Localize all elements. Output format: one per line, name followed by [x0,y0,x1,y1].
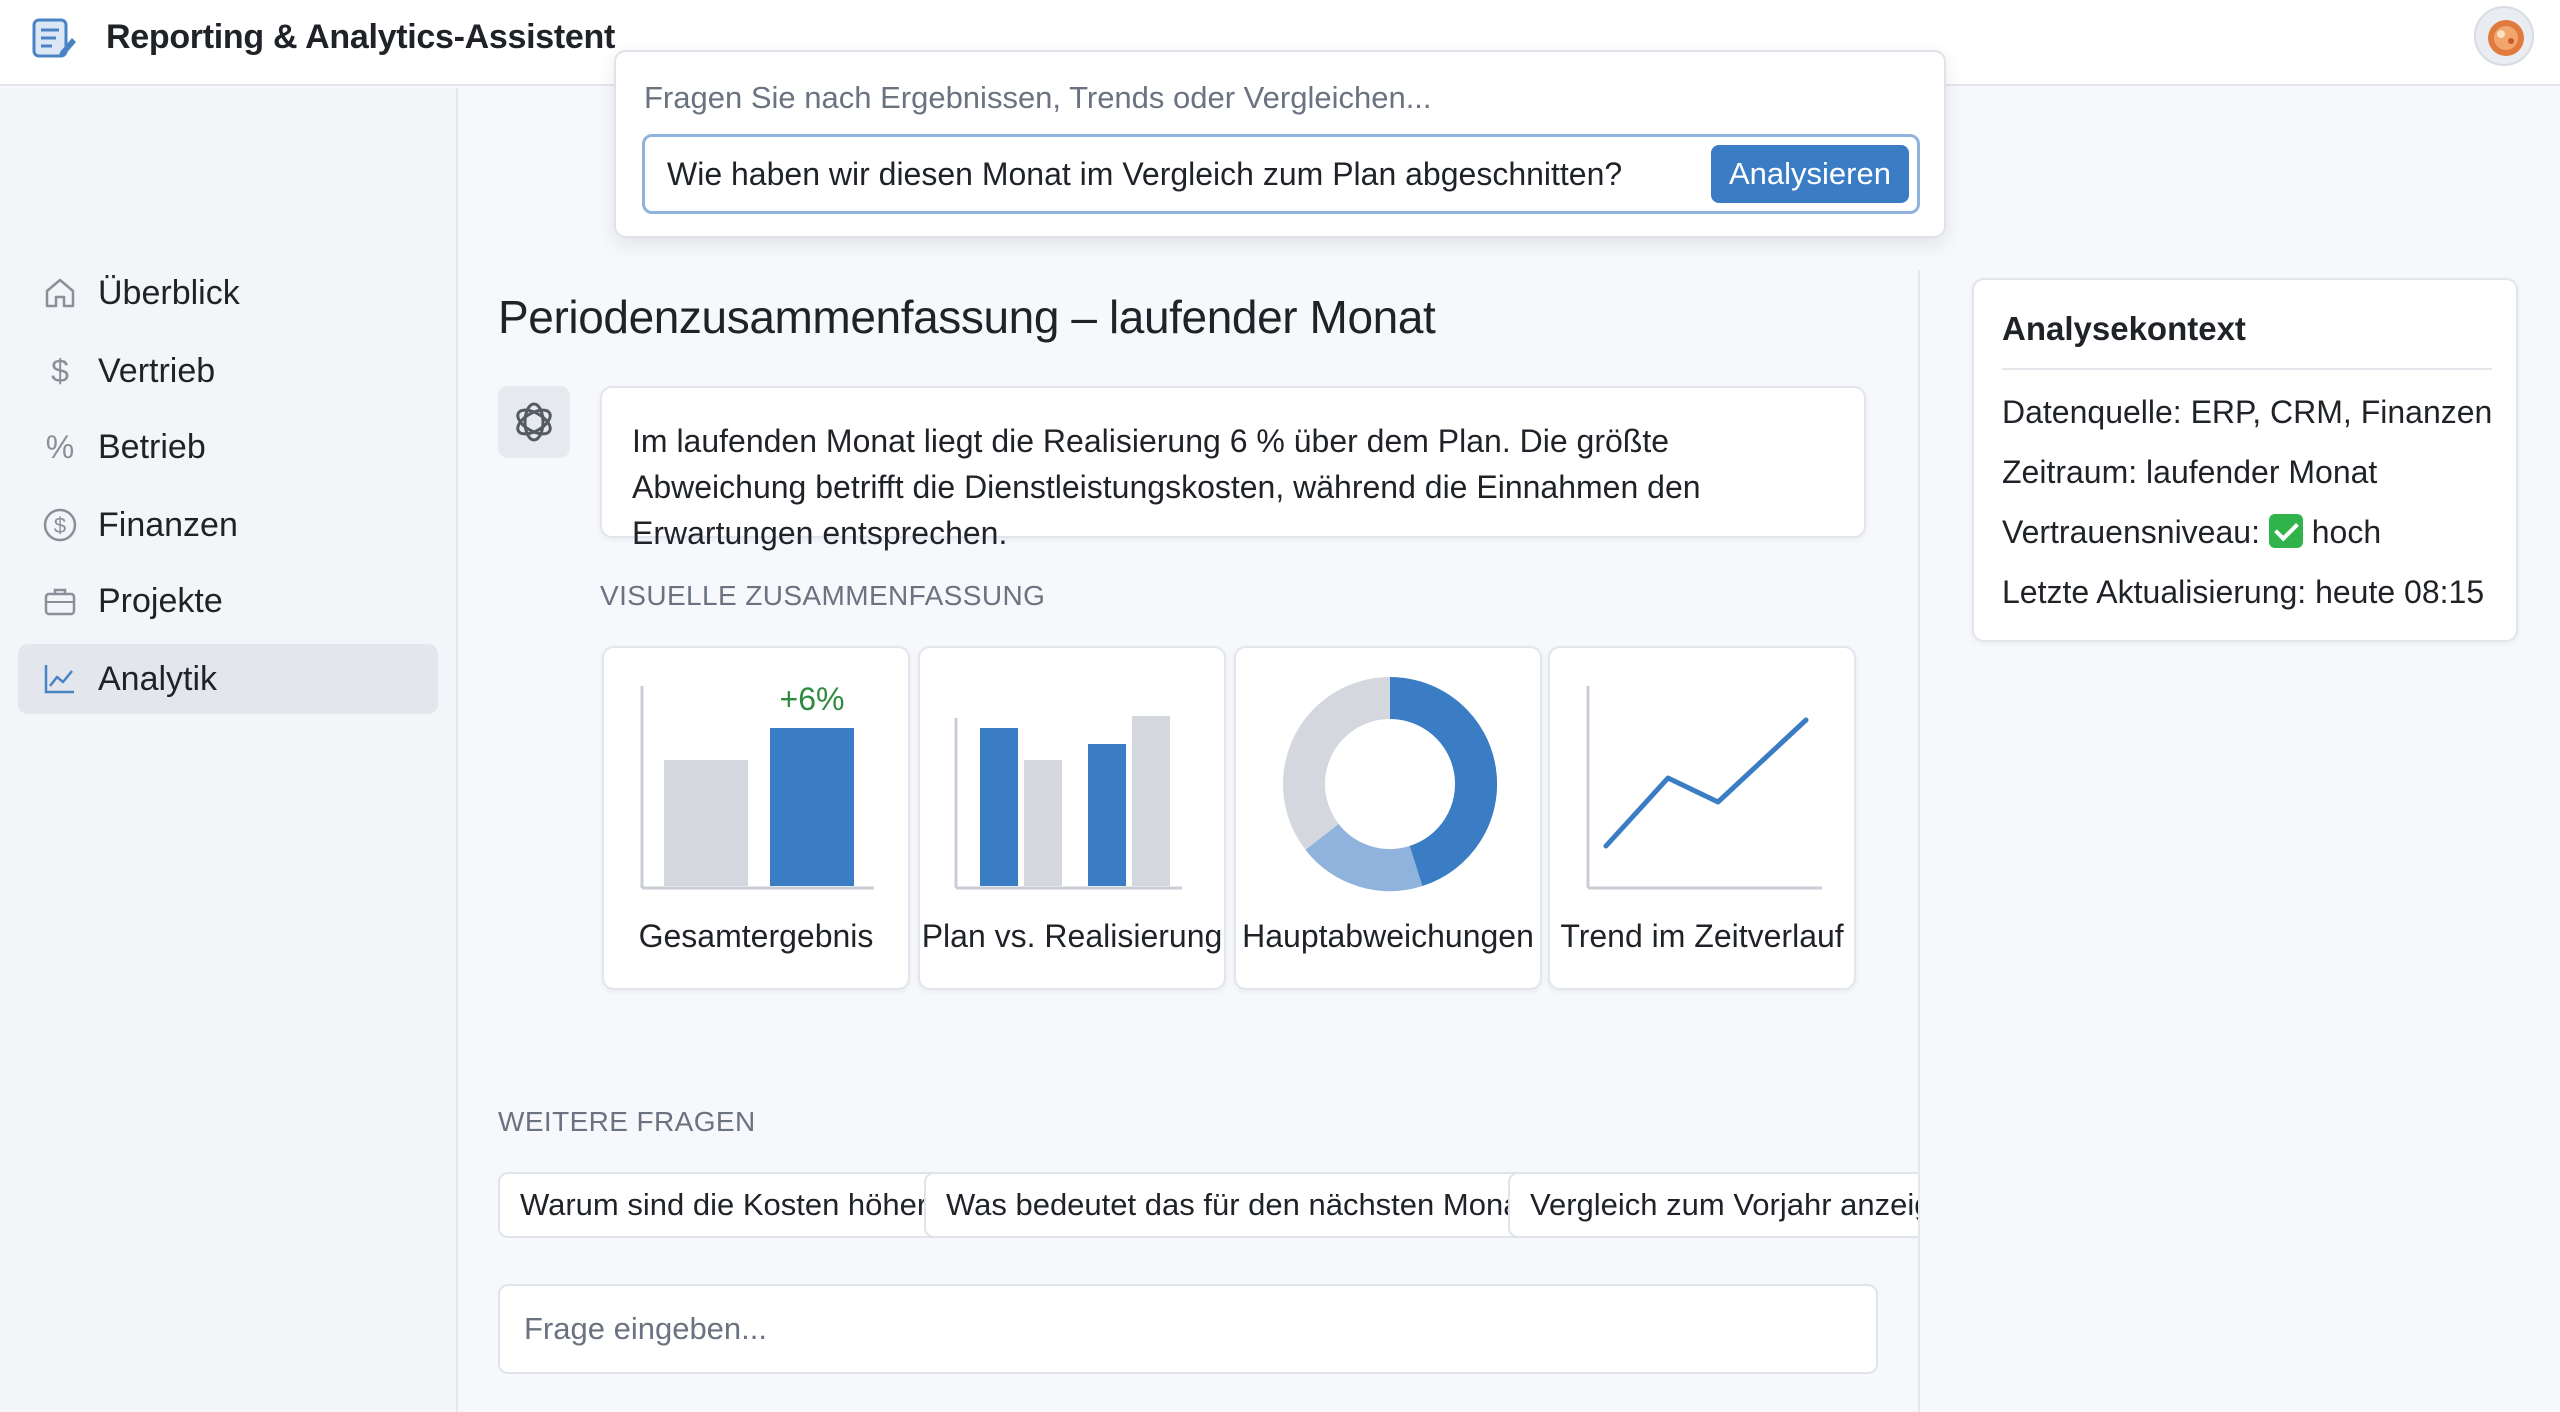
suggestion-chip[interactable]: Warum sind die Kosten höher? [498,1172,967,1238]
context-source: Datenquelle: ERP, CRM, Finanzen [2002,394,2493,430]
context-title: Analysekontext [2002,310,2246,347]
main-divider [1918,270,1920,1412]
user-avatar[interactable] [2474,6,2534,66]
analysis-context-panel: Analysekontext Datenquelle: ERP, CRM, Fi… [1972,278,2518,642]
confidence-value: hoch [2311,514,2382,550]
question-input-box [498,1284,1878,1374]
query-box: Analysieren [642,134,1920,214]
suggestion-chip[interactable]: Vergleich zum Vorjahr anzeigen [1508,1172,1918,1238]
query-input[interactable] [667,151,1667,197]
confidence-label: Vertrauensniveau: [2002,514,2260,550]
context-divider [2002,368,2492,370]
suggestion-chip[interactable]: Was bedeutet das für den nächsten Monat? [924,1172,1569,1238]
question-input[interactable] [524,1306,1844,1352]
check-icon [2268,514,2303,548]
context-confidence: Vertrauensniveau: hoch [2002,514,2381,551]
context-updated: Letzte Aktualisierung: heute 08:15 [2002,574,2485,610]
query-popover: Fragen Sie nach Ergebnissen, Trends oder… [614,50,1946,238]
context-period: Zeitraum: laufender Monat [2002,454,2378,490]
analyze-button[interactable]: Analysieren [1711,145,1909,203]
query-hint: Fragen Sie nach Ergebnissen, Trends oder… [644,80,1432,115]
